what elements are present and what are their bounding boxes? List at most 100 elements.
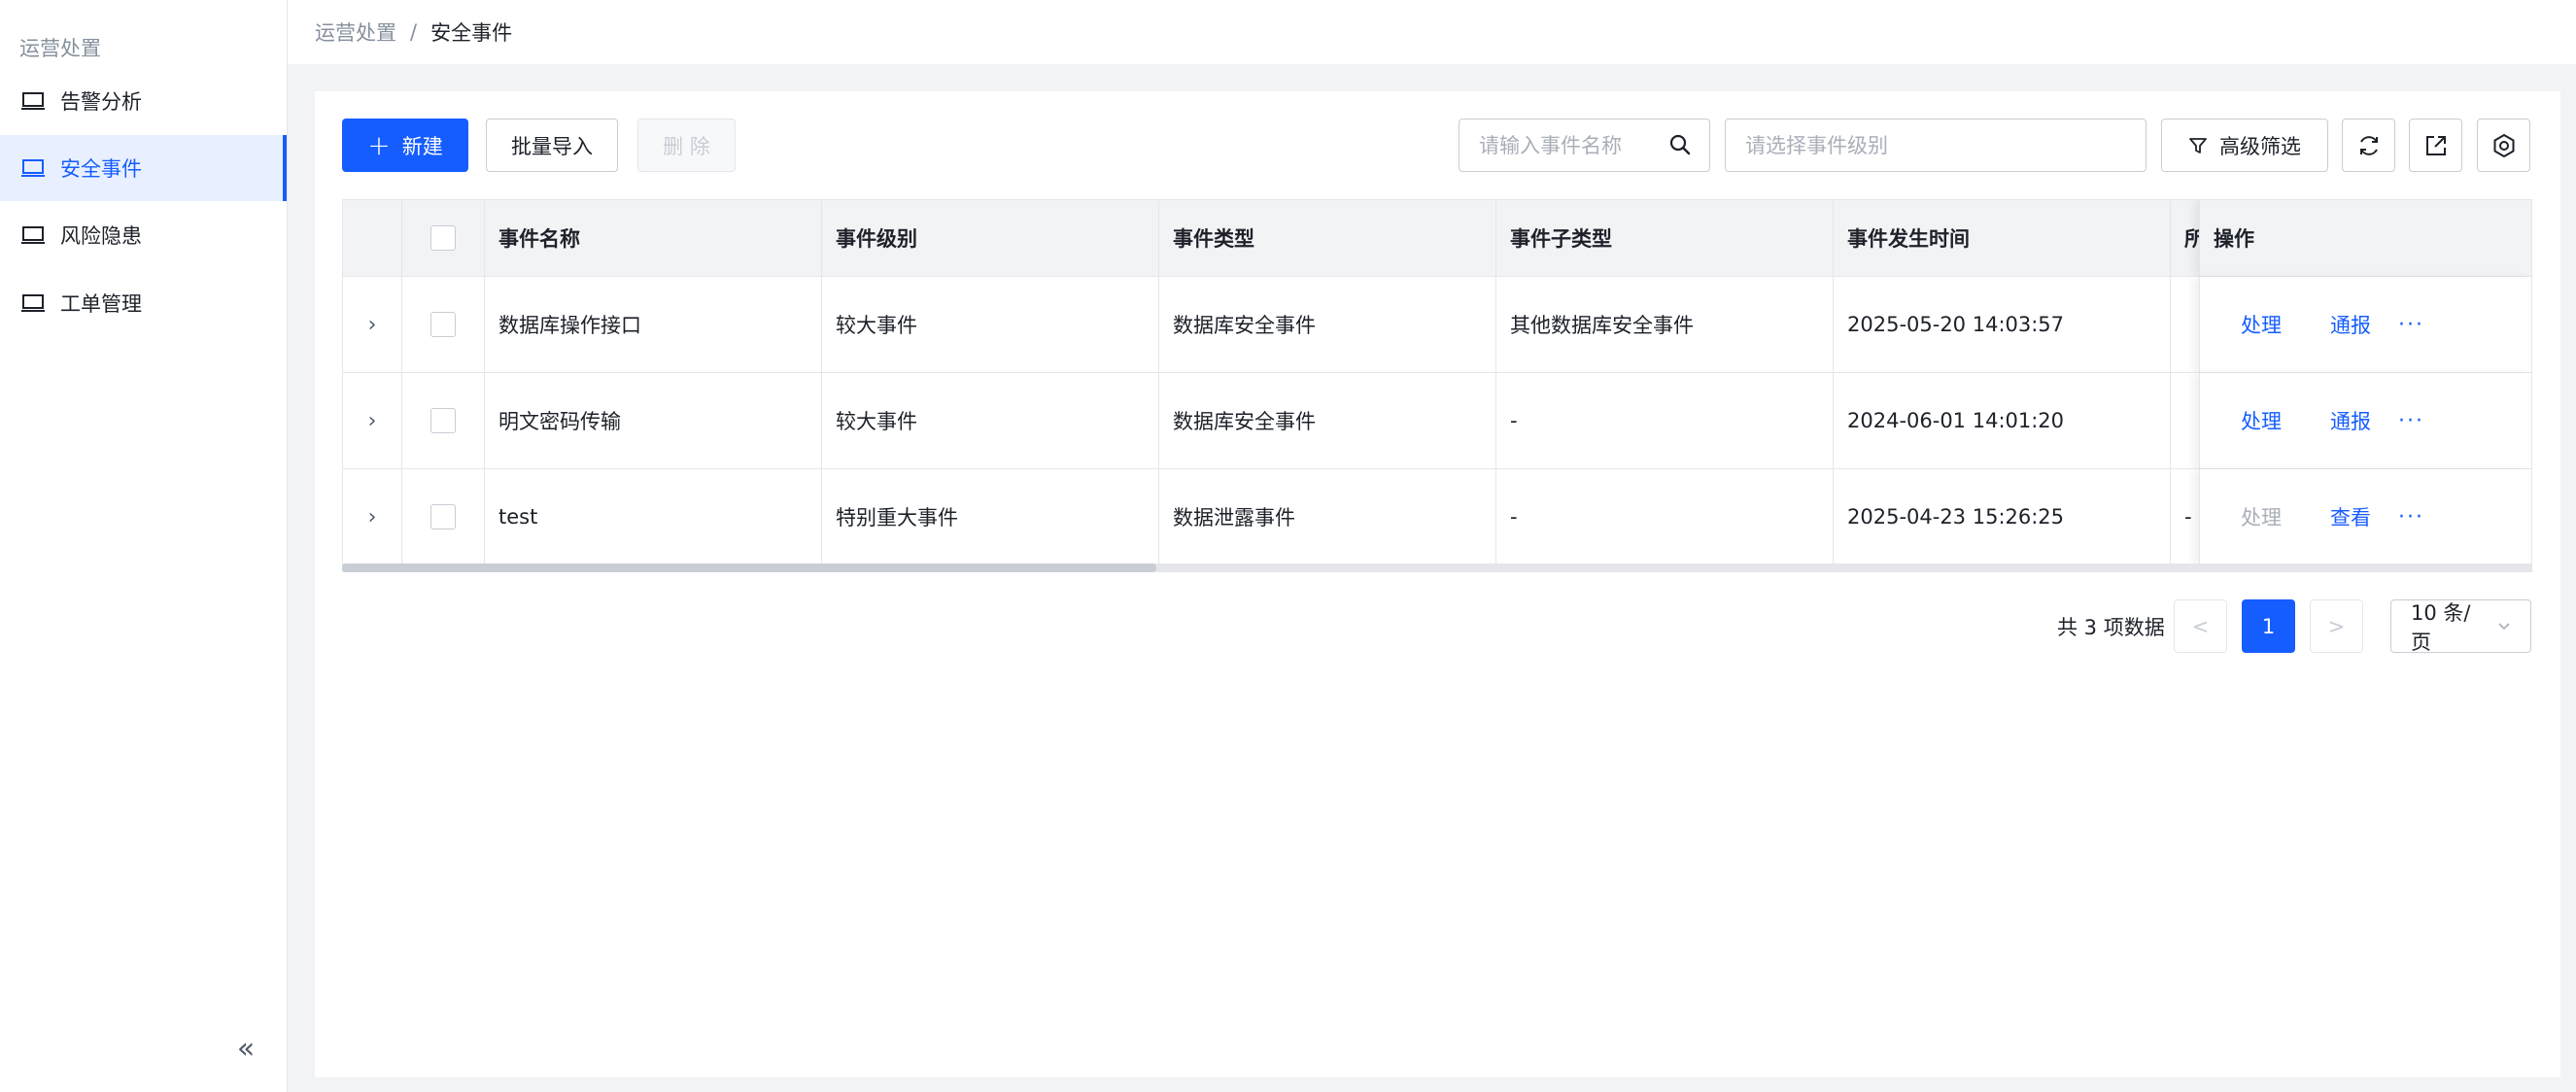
advanced-filter-label: 高级筛选	[2219, 134, 2301, 158]
batch-import-button[interactable]: 批量导入	[486, 119, 618, 172]
chevron-right-icon[interactable]: ›	[368, 505, 377, 529]
row-checkbox[interactable]	[430, 504, 456, 529]
cell-type: 数据库安全事件	[1159, 277, 1496, 372]
cell-type: 数据库安全事件	[1159, 373, 1496, 468]
cell-subtype: 其他数据库安全事件	[1496, 277, 1834, 372]
next-page-button[interactable]: >	[2310, 599, 2363, 653]
collapse-sidebar-icon[interactable]: «	[231, 1032, 260, 1066]
more-icon[interactable]: ···	[2398, 409, 2424, 433]
select-all-checkbox[interactable]	[430, 225, 456, 251]
scrollbar-thumb[interactable]	[342, 563, 1156, 572]
select-cell	[402, 373, 485, 468]
handle-link[interactable]: 处理	[2241, 310, 2282, 339]
sidebar: 运营处置 告警分析 安全事件 风险隐患 工单管理 «	[0, 0, 288, 1092]
expand-column-header	[343, 200, 402, 276]
chevron-right-icon[interactable]: ›	[368, 409, 377, 433]
search-icon[interactable]	[1668, 133, 1692, 156]
actions-header-cell: 操作	[2199, 200, 2531, 276]
cell-time: 2024-06-01 14:01:20	[1834, 373, 2171, 468]
cell-level: 特别重大事件	[822, 469, 1159, 564]
batch-import-label: 批量导入	[511, 134, 593, 158]
plus-icon: +	[367, 129, 391, 161]
gear-icon	[2491, 133, 2517, 158]
column-header-level[interactable]: 事件级别	[822, 200, 1159, 276]
delete-button[interactable]: 删 除	[637, 119, 736, 172]
monitor-icon	[19, 224, 47, 246]
row-checkbox[interactable]	[430, 312, 456, 337]
page-size-label: 10 条/页	[2411, 600, 2471, 654]
sidebar-item-alert-analysis[interactable]: 告警分析	[0, 68, 287, 134]
expand-cell: ›	[343, 469, 402, 564]
report-link[interactable]: 通报	[2330, 310, 2371, 339]
sidebar-item-label: 告警分析	[60, 90, 142, 114]
row-checkbox[interactable]	[430, 408, 456, 433]
table-row: › 数据库操作接口 较大事件 数据库安全事件 其他数据库安全事件 2025-05…	[343, 276, 2531, 372]
column-header-subtype[interactable]: 事件子类型	[1496, 200, 1834, 276]
column-header-name[interactable]: 事件名称	[485, 200, 822, 276]
cell-type: 数据泄露事件	[1159, 469, 1496, 564]
sidebar-group-title: 运营处置	[19, 37, 101, 60]
cell-level: 较大事件	[822, 373, 1159, 468]
breadcrumb-current: 安全事件	[430, 21, 513, 45]
settings-button[interactable]	[2477, 119, 2530, 172]
cell-time: 2025-04-23 15:26:25	[1834, 469, 2171, 564]
refresh-icon	[2356, 133, 2382, 158]
breadcrumb-parent[interactable]: 运营处置	[315, 17, 396, 47]
new-button-label: 新建	[401, 134, 443, 158]
page-size-select[interactable]: 10 条/页	[2390, 599, 2531, 654]
page-1-button[interactable]: 1	[2242, 599, 2295, 653]
table-row: › 明文密码传输 较大事件 数据库安全事件 - 2024-06-01 14:01…	[343, 372, 2531, 468]
column-header-actions: 操作	[2214, 227, 2254, 251]
cell-name: 明文密码传输	[485, 373, 822, 468]
column-header-time[interactable]: 事件发生时间	[1834, 200, 2171, 276]
sidebar-item-label: 风险隐患	[60, 224, 142, 248]
cell-name: test	[485, 469, 822, 564]
chevron-right-icon[interactable]: ›	[368, 313, 377, 337]
prev-page-button[interactable]: <	[2174, 599, 2227, 653]
actions-cell: 处理 通报 ···	[2199, 277, 2531, 372]
breadcrumb: 运营处置 / 安全事件	[288, 0, 2576, 64]
table-horizontal-scrollbar[interactable]	[342, 563, 2532, 572]
cell-level: 较大事件	[822, 277, 1159, 372]
monitor-icon	[19, 157, 47, 179]
select-cell	[402, 469, 485, 564]
report-link[interactable]: 通报	[2330, 406, 2371, 435]
expand-cell: ›	[343, 373, 402, 468]
sidebar-item-label: 安全事件	[60, 157, 142, 181]
delete-label: 删 除	[663, 134, 710, 158]
table-row: › test 特别重大事件 数据泄露事件 - 2025-04-23 15:26:…	[343, 468, 2531, 564]
actions-cell: 处理 查看 ···	[2199, 469, 2531, 564]
sidebar-item-work-orders[interactable]: 工单管理	[0, 270, 287, 336]
monitor-icon	[19, 292, 47, 314]
actions-cell: 处理 通报 ···	[2199, 373, 2531, 468]
view-link[interactable]: 查看	[2330, 502, 2371, 531]
handle-link-disabled: 处理	[2241, 506, 2282, 529]
cell-name: 数据库操作接口	[485, 277, 822, 372]
more-icon[interactable]: ···	[2398, 505, 2424, 529]
cell-subtype: -	[1496, 373, 1834, 468]
breadcrumb-separator: /	[410, 20, 418, 44]
cell-time: 2025-05-20 14:03:57	[1834, 277, 2171, 372]
column-header-type[interactable]: 事件类型	[1159, 200, 1496, 276]
sidebar-item-risks[interactable]: 风险隐患	[0, 202, 287, 268]
handle-link[interactable]: 处理	[2241, 406, 2282, 435]
chevron-down-icon	[2497, 622, 2511, 631]
export-icon	[2423, 133, 2449, 158]
table-header: 事件名称 事件级别 事件类型 事件子类型 事件发生时间 所 操作	[343, 200, 2531, 276]
select-cell	[402, 277, 485, 372]
more-icon[interactable]: ···	[2398, 313, 2424, 337]
monitor-icon	[19, 90, 47, 112]
new-button[interactable]: + 新建	[342, 119, 468, 172]
events-table: 事件名称 事件级别 事件类型 事件子类型 事件发生时间 所 操作 › 数据库操作…	[342, 199, 2532, 572]
advanced-filter-button[interactable]: 高级筛选	[2161, 119, 2328, 172]
expand-cell: ›	[343, 277, 402, 372]
pagination-total: 共 3 项数据	[2057, 616, 2165, 639]
cell-subtype: -	[1496, 469, 1834, 564]
sidebar-item-security-events[interactable]: 安全事件	[0, 135, 287, 201]
export-button[interactable]	[2409, 119, 2462, 172]
refresh-button[interactable]	[2342, 119, 2395, 172]
sidebar-item-label: 工单管理	[60, 292, 142, 316]
select-all-cell	[402, 200, 485, 276]
filter-icon	[2188, 136, 2208, 155]
event-level-select[interactable]	[1725, 119, 2147, 172]
